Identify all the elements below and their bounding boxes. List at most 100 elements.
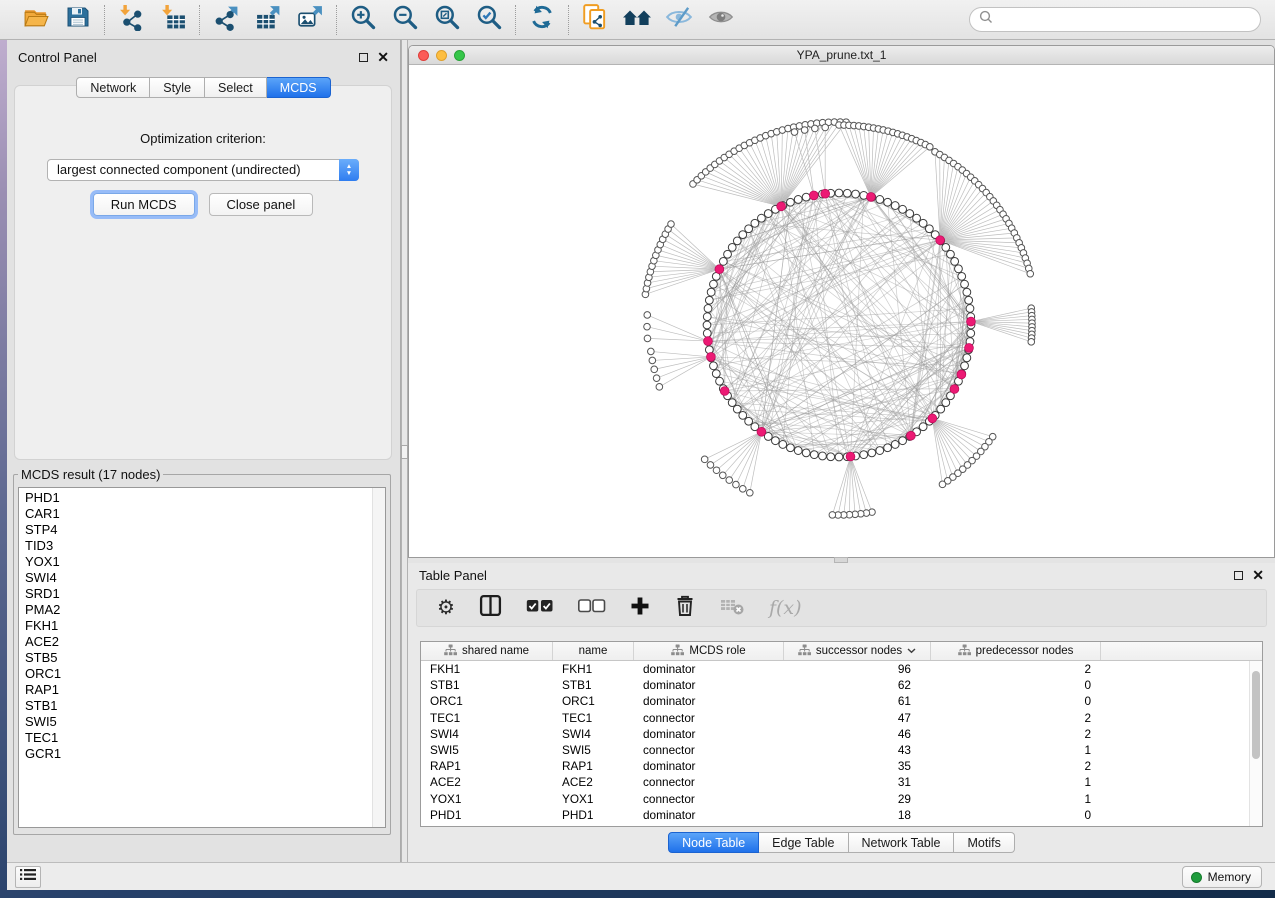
table-tab-node-table[interactable]: Node Table	[668, 832, 759, 853]
workspace-region: YPA_prune.txt_1 Table Panel ✕ ⚙ f(x)	[408, 40, 1275, 862]
function-builder-button[interactable]: f(x)	[769, 597, 802, 619]
table-tab-network-table[interactable]: Network Table	[849, 832, 955, 853]
hide-selected-button[interactable]	[662, 5, 696, 35]
mcds-list-scrollbar[interactable]	[372, 488, 385, 827]
float-panel-button[interactable]	[359, 53, 368, 62]
cell-predecessor-nodes: 1	[931, 775, 1101, 789]
criterion-dropdown[interactable]: largest connected component (undirected)…	[47, 159, 359, 181]
table-row[interactable]: FKH1FKH1dominator962	[421, 661, 1262, 677]
mcds-result-item[interactable]: TEC1	[25, 730, 371, 746]
open-file-button[interactable]	[19, 5, 53, 35]
scrollbar-thumb[interactable]	[1252, 671, 1260, 759]
tab-mcds[interactable]: MCDS	[267, 77, 331, 98]
optimization-criterion-label: Optimization criterion:	[15, 131, 391, 146]
table-scrollbar[interactable]	[1249, 661, 1262, 826]
dropdown-stepper-icon: ▲▼	[339, 159, 359, 181]
new-network-from-selection-button[interactable]	[578, 5, 612, 35]
mcds-result-item[interactable]: GCR1	[25, 746, 371, 762]
eye-icon	[707, 3, 735, 36]
table-row[interactable]: PHD1PHD1dominator180	[421, 807, 1262, 823]
tab-select[interactable]: Select	[205, 77, 267, 98]
close-panel-icon[interactable]: ✕	[1252, 570, 1264, 580]
export-image-button[interactable]	[293, 5, 327, 35]
import-table-icon	[160, 4, 187, 36]
network-canvas[interactable]	[409, 65, 1274, 557]
mcds-result-item[interactable]: PMA2	[25, 602, 371, 618]
minimize-window-light[interactable]	[436, 50, 447, 61]
export-table-icon	[255, 4, 282, 36]
mcds-result-item[interactable]: YOX1	[25, 554, 371, 570]
memory-button[interactable]: Memory	[1182, 866, 1262, 888]
cell-predecessor-nodes: 1	[931, 743, 1101, 757]
first-neighbors-icon	[622, 3, 652, 36]
table-row[interactable]: ACE2ACE2connector311	[421, 774, 1262, 790]
first-neighbors-button[interactable]	[620, 5, 654, 35]
maximize-window-light[interactable]	[454, 50, 465, 61]
table-tab-motifs[interactable]: Motifs	[954, 832, 1014, 853]
zoom-out-button[interactable]	[388, 5, 422, 35]
mcds-result-item[interactable]: SWI4	[25, 570, 371, 586]
table-row[interactable]: ORC1ORC1dominator610	[421, 693, 1262, 709]
cell-shared-name: SWI4	[421, 727, 553, 741]
mcds-result-item[interactable]: SWI5	[25, 714, 371, 730]
export-table-button[interactable]	[251, 5, 285, 35]
search-input[interactable]	[999, 12, 1251, 28]
column-header-successor-nodes[interactable]: successor nodes	[784, 642, 931, 660]
mcds-result-item[interactable]: STP4	[25, 522, 371, 538]
mcds-result-item[interactable]: SRD1	[25, 586, 371, 602]
zoom-out-icon	[391, 3, 419, 36]
zoom-in-button[interactable]	[346, 5, 380, 35]
add-column-button[interactable]	[630, 596, 650, 621]
show-log-button[interactable]	[15, 866, 41, 888]
mcds-result-item[interactable]: STB5	[25, 650, 371, 666]
import-network-button[interactable]	[114, 5, 148, 35]
close-window-light[interactable]	[418, 50, 429, 61]
mcds-result-item[interactable]: FKH1	[25, 618, 371, 634]
cell-successor-nodes: 96	[784, 662, 931, 676]
network-graph[interactable]	[409, 65, 1274, 557]
delete-table-button[interactable]	[720, 596, 745, 621]
list-icon	[20, 868, 36, 886]
show-all-button[interactable]	[704, 5, 738, 35]
table-row[interactable]: STB1STB1dominator620	[421, 677, 1262, 693]
deselect-all-rows-button[interactable]	[578, 599, 606, 618]
column-header-name[interactable]: name	[553, 642, 634, 660]
run-mcds-button[interactable]: Run MCDS	[93, 193, 195, 216]
column-header-mcds-role[interactable]: MCDS role	[634, 642, 784, 660]
network-window: YPA_prune.txt_1	[408, 45, 1275, 558]
table-row[interactable]: TEC1TEC1connector472	[421, 710, 1262, 726]
mcds-result-item[interactable]: PHD1	[25, 490, 371, 506]
delete-column-button[interactable]	[674, 594, 696, 622]
table-tab-edge-table[interactable]: Edge Table	[759, 832, 848, 853]
mcds-result-item[interactable]: CAR1	[25, 506, 371, 522]
zoom-selected-button[interactable]	[472, 5, 506, 35]
mcds-result-item[interactable]: RAP1	[25, 682, 371, 698]
save-session-button[interactable]	[61, 5, 95, 35]
toggle-columns-button[interactable]	[479, 594, 502, 622]
select-all-rows-button[interactable]	[526, 599, 554, 618]
table-row[interactable]: SWI4SWI4dominator462	[421, 726, 1262, 742]
refresh-view-button[interactable]	[525, 5, 559, 35]
mcds-result-item[interactable]: ACE2	[25, 634, 371, 650]
import-table-button[interactable]	[156, 5, 190, 35]
cell-shared-name: STB1	[421, 678, 553, 692]
tab-style[interactable]: Style	[150, 77, 205, 98]
column-header-shared-name[interactable]: shared name	[421, 642, 553, 660]
column-header-predecessor-nodes[interactable]: predecessor nodes	[931, 642, 1101, 660]
table-row[interactable]: YOX1YOX1connector291	[421, 791, 1262, 807]
close-panel-button[interactable]: Close panel	[209, 193, 314, 216]
float-panel-button[interactable]	[1234, 571, 1243, 580]
mcds-result-item[interactable]: TID3	[25, 538, 371, 554]
mcds-result-item[interactable]: ORC1	[25, 666, 371, 682]
table-row[interactable]: SWI5SWI5connector431	[421, 742, 1262, 758]
close-panel-icon[interactable]: ✕	[377, 52, 389, 62]
table-rows: FKH1FKH1dominator962STB1STB1dominator620…	[421, 661, 1262, 823]
network-window-titlebar[interactable]: YPA_prune.txt_1	[409, 46, 1274, 65]
splitter-grip[interactable]	[401, 445, 408, 459]
export-network-button[interactable]	[209, 5, 243, 35]
table-row[interactable]: RAP1RAP1dominator352	[421, 758, 1262, 774]
table-settings-button[interactable]: ⚙	[437, 598, 455, 618]
zoom-fit-button[interactable]	[430, 5, 464, 35]
mcds-result-item[interactable]: STB1	[25, 698, 371, 714]
tab-network[interactable]: Network	[76, 77, 150, 98]
